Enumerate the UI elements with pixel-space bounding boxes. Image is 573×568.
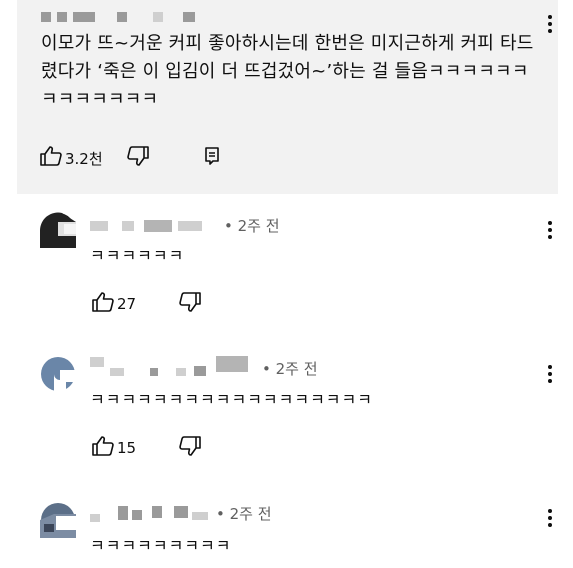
author-name-blurred xyxy=(153,12,163,22)
timestamp: • 2주 전 xyxy=(262,360,318,378)
author-name-blurred xyxy=(118,506,128,520)
reply-button[interactable] xyxy=(204,147,220,169)
timestamp: • 2주 전 xyxy=(224,217,280,235)
more-vert-icon[interactable] xyxy=(545,364,555,387)
more-vert-icon[interactable] xyxy=(545,220,555,243)
more-vert-icon[interactable] xyxy=(545,508,555,531)
avatar[interactable] xyxy=(40,212,76,248)
reply-icon xyxy=(204,147,220,169)
like-count: 27 xyxy=(117,295,137,313)
dislike-button[interactable] xyxy=(179,436,201,460)
like-count: 15 xyxy=(117,439,137,457)
author-name-blurred xyxy=(132,510,142,520)
author-name-blurred xyxy=(144,220,172,232)
author-name-blurred xyxy=(90,514,100,522)
author-name-blurred xyxy=(194,366,206,376)
author-name-blurred xyxy=(41,12,51,22)
dislike-button[interactable] xyxy=(179,292,201,316)
author-name-blurred xyxy=(90,221,108,231)
like-button[interactable]: 27 xyxy=(92,292,136,316)
author-name-blurred xyxy=(174,506,188,518)
reply-text: ㅋㅋㅋㅋㅋㅋㅋㅋㅋ xyxy=(90,536,232,555)
author-name-blurred xyxy=(122,221,134,231)
reply-text: ㅋㅋㅋㅋㅋㅋㅋㅋㅋㅋㅋㅋㅋㅋㅋㅋㅋㅋ xyxy=(90,390,373,409)
comment-text: 이모가 뜨~거운 커피 좋아하시는데 한번은 미지근하게 커피 타드렸다가 ‘죽… xyxy=(41,33,534,110)
author-name-blurred xyxy=(117,12,127,22)
author-name-blurred xyxy=(73,12,95,22)
like-button[interactable]: 15 xyxy=(92,436,136,460)
thumbs-down-icon xyxy=(179,436,201,460)
thumbs-down-icon xyxy=(179,292,201,316)
reply-text: ㅋㅋㅋㅋㅋㅋ xyxy=(90,246,185,265)
thumbs-up-icon xyxy=(40,146,62,170)
author-name-blurred xyxy=(90,357,104,367)
like-button[interactable]: 3.2천 xyxy=(40,146,103,170)
like-count: 3.2천 xyxy=(65,149,103,168)
author-name-blurred xyxy=(152,506,162,518)
author-name-blurred xyxy=(150,368,158,376)
timestamp: • 2주 전 xyxy=(216,505,272,523)
author-name-blurred xyxy=(176,368,186,376)
dislike-button[interactable] xyxy=(127,146,149,170)
author-name-blurred xyxy=(110,368,124,376)
thumbs-down-icon xyxy=(127,146,149,170)
author-name-blurred xyxy=(216,356,248,372)
author-name-blurred xyxy=(57,12,67,22)
author-name-blurred xyxy=(192,512,208,520)
thumbs-up-icon xyxy=(92,292,114,316)
more-vert-icon[interactable] xyxy=(545,14,555,37)
author-name-blurred xyxy=(178,221,202,231)
author-name-blurred xyxy=(183,12,195,22)
avatar[interactable] xyxy=(40,502,76,538)
thumbs-up-icon xyxy=(92,436,114,460)
avatar[interactable] xyxy=(40,356,76,392)
